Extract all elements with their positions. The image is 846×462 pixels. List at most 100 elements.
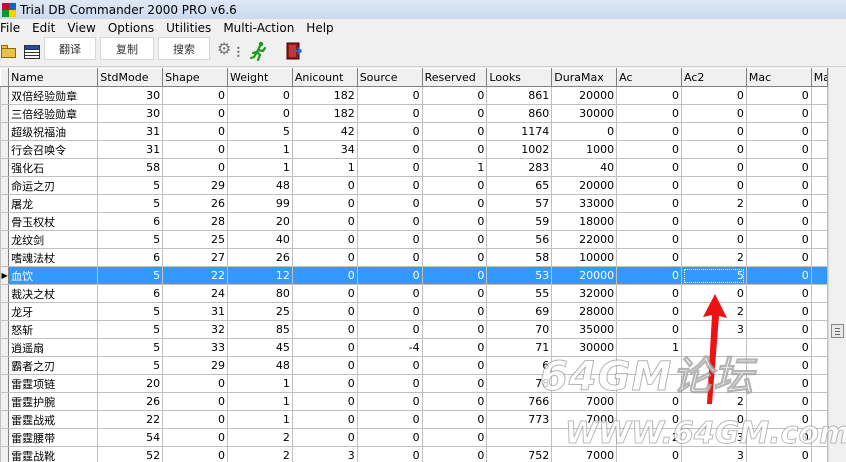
search-button[interactable]: 搜索 [158,37,210,60]
table-cell[interactable]: 55 [486,284,553,303]
table-cell[interactable]: 0 [226,104,293,123]
table-cell[interactable]: 5 [97,338,164,357]
table-cell[interactable]: 752 [486,446,553,462]
table-cell[interactable]: 99 [226,194,293,213]
table-cell[interactable]: 25 [226,302,293,321]
table-cell[interactable]: 1 [226,410,293,429]
table-cell[interactable]: 0 [291,302,358,321]
table-cell[interactable]: 0 [162,428,228,447]
table-cell[interactable]: 0 [421,302,488,321]
table-cell[interactable]: 42 [291,122,358,141]
table-cell[interactable]: 0 [291,320,358,339]
table-cell[interactable]: 2 [226,428,293,447]
table-cell[interactable]: 2 [681,194,747,213]
column-header[interactable]: Reserved [421,68,488,87]
table-cell[interactable]: 10000 [551,248,618,267]
menu-file[interactable]: File [0,19,26,38]
table-cell[interactable]: 0 [421,284,488,303]
table-cell[interactable]: 0 [356,320,423,339]
table-cell[interactable]: 0 [356,140,423,159]
table-cell[interactable]: 20000 [551,266,618,285]
table-cell[interactable]: 48 [226,176,293,195]
table-row[interactable]: ▶ 血饮 5 22 12 0 0 0 53 20000 0 5 0 [0,266,829,285]
table-cell[interactable]: 182 [291,86,358,105]
table-cell[interactable]: 0 [681,230,747,249]
table-cell[interactable]: 0 [162,122,228,141]
item-name-cell[interactable]: 行会召唤令 [8,140,99,159]
menu-multi-action[interactable]: Multi-Action [217,19,300,38]
table-cell[interactable]: 0 [291,230,358,249]
column-header[interactable]: Ac2 [681,68,747,87]
table-cell[interactable] [810,248,829,267]
table-cell[interactable]: 20 [97,374,164,393]
table-cell[interactable]: 0 [421,266,488,285]
table-cell[interactable]: 6 [97,284,164,303]
table-cell[interactable]: 5 [97,320,164,339]
table-cell[interactable]: 1174 [486,122,553,141]
table-cell[interactable]: 0 [745,266,812,285]
table-cell[interactable]: 26 [97,392,164,411]
table-cell[interactable]: 0 [291,248,358,267]
table-cell[interactable]: 59 [486,212,553,231]
table-cell[interactable]: 0 [356,212,423,231]
item-name-cell[interactable]: 怒斩 [8,320,99,339]
table-cell[interactable]: 18000 [551,212,618,231]
table-cell[interactable]: 0 [421,194,488,213]
table-cell[interactable]: 0 [162,104,228,123]
table-cell[interactable]: 0 [291,176,358,195]
table-row[interactable]: 嗜魂法杖 6 27 26 0 0 0 58 10000 0 2 0 [0,248,829,267]
exit-door-icon[interactable] [285,42,303,60]
table-cell[interactable]: 0 [421,410,488,429]
table-cell[interactable]: 0 [745,374,812,393]
table-cell[interactable]: 25 [162,230,228,249]
table-cell[interactable]: -4 [356,338,423,357]
table-cell[interactable]: 6 [97,212,164,231]
table-cell[interactable]: 0 [616,140,682,159]
table-cell[interactable] [810,194,829,213]
table-cell[interactable]: 0 [745,356,812,375]
table-cell[interactable]: 5 [97,230,164,249]
table-cell[interactable]: 0 [421,446,488,462]
table-cell[interactable]: 0 [356,356,423,375]
item-name-cell[interactable]: 双倍经验勋章 [8,86,99,105]
table-cell[interactable]: 0 [226,86,293,105]
menu-utilities[interactable]: Utilities [160,19,217,38]
table-cell[interactable]: 54 [97,428,164,447]
table-cell[interactable]: 182 [291,104,358,123]
table-cell[interactable]: 0 [356,302,423,321]
table-cell[interactable]: 0 [291,284,358,303]
table-cell[interactable]: 0 [162,86,228,105]
table-cell[interactable]: 22 [97,410,164,429]
table-cell[interactable]: 28 [162,212,228,231]
table-cell[interactable]: 0 [356,266,423,285]
table-cell[interactable]: 0 [745,158,812,177]
table-cell[interactable] [486,428,553,447]
table-cell[interactable]: 0 [421,428,488,447]
table-cell[interactable]: 80 [226,284,293,303]
copy-button[interactable]: 复制 [100,37,154,60]
table-cell[interactable] [810,338,829,357]
table-row[interactable]: 命运之刃 5 29 48 0 0 0 65 20000 0 0 0 [0,176,829,195]
item-name-cell[interactable]: 血饮 [8,266,99,285]
table-cell[interactable]: 40 [226,230,293,249]
table-cell[interactable]: 3 [291,446,358,462]
table-cell[interactable]: 0 [745,248,812,267]
table-cell[interactable]: 40 [551,158,618,177]
table-cell[interactable]: 22000 [551,230,618,249]
table-grid-icon[interactable] [24,45,40,59]
table-cell[interactable]: 24 [162,284,228,303]
item-name-cell[interactable]: 命运之刃 [8,176,99,195]
table-cell[interactable]: 2 [681,248,747,267]
table-cell[interactable]: 0 [745,176,812,195]
table-cell[interactable] [810,374,829,393]
table-cell[interactable]: 5 [97,194,164,213]
item-name-cell[interactable]: 龙牙 [8,302,99,321]
vertical-scrollbar[interactable] [828,68,846,462]
table-cell[interactable]: 58 [97,158,164,177]
table-cell[interactable]: 0 [291,338,358,357]
table-cell[interactable]: 0 [681,212,747,231]
table-cell[interactable] [810,392,829,411]
table-cell[interactable]: 1 [226,140,293,159]
table-cell[interactable]: 0 [162,446,228,462]
table-cell[interactable] [810,104,829,123]
